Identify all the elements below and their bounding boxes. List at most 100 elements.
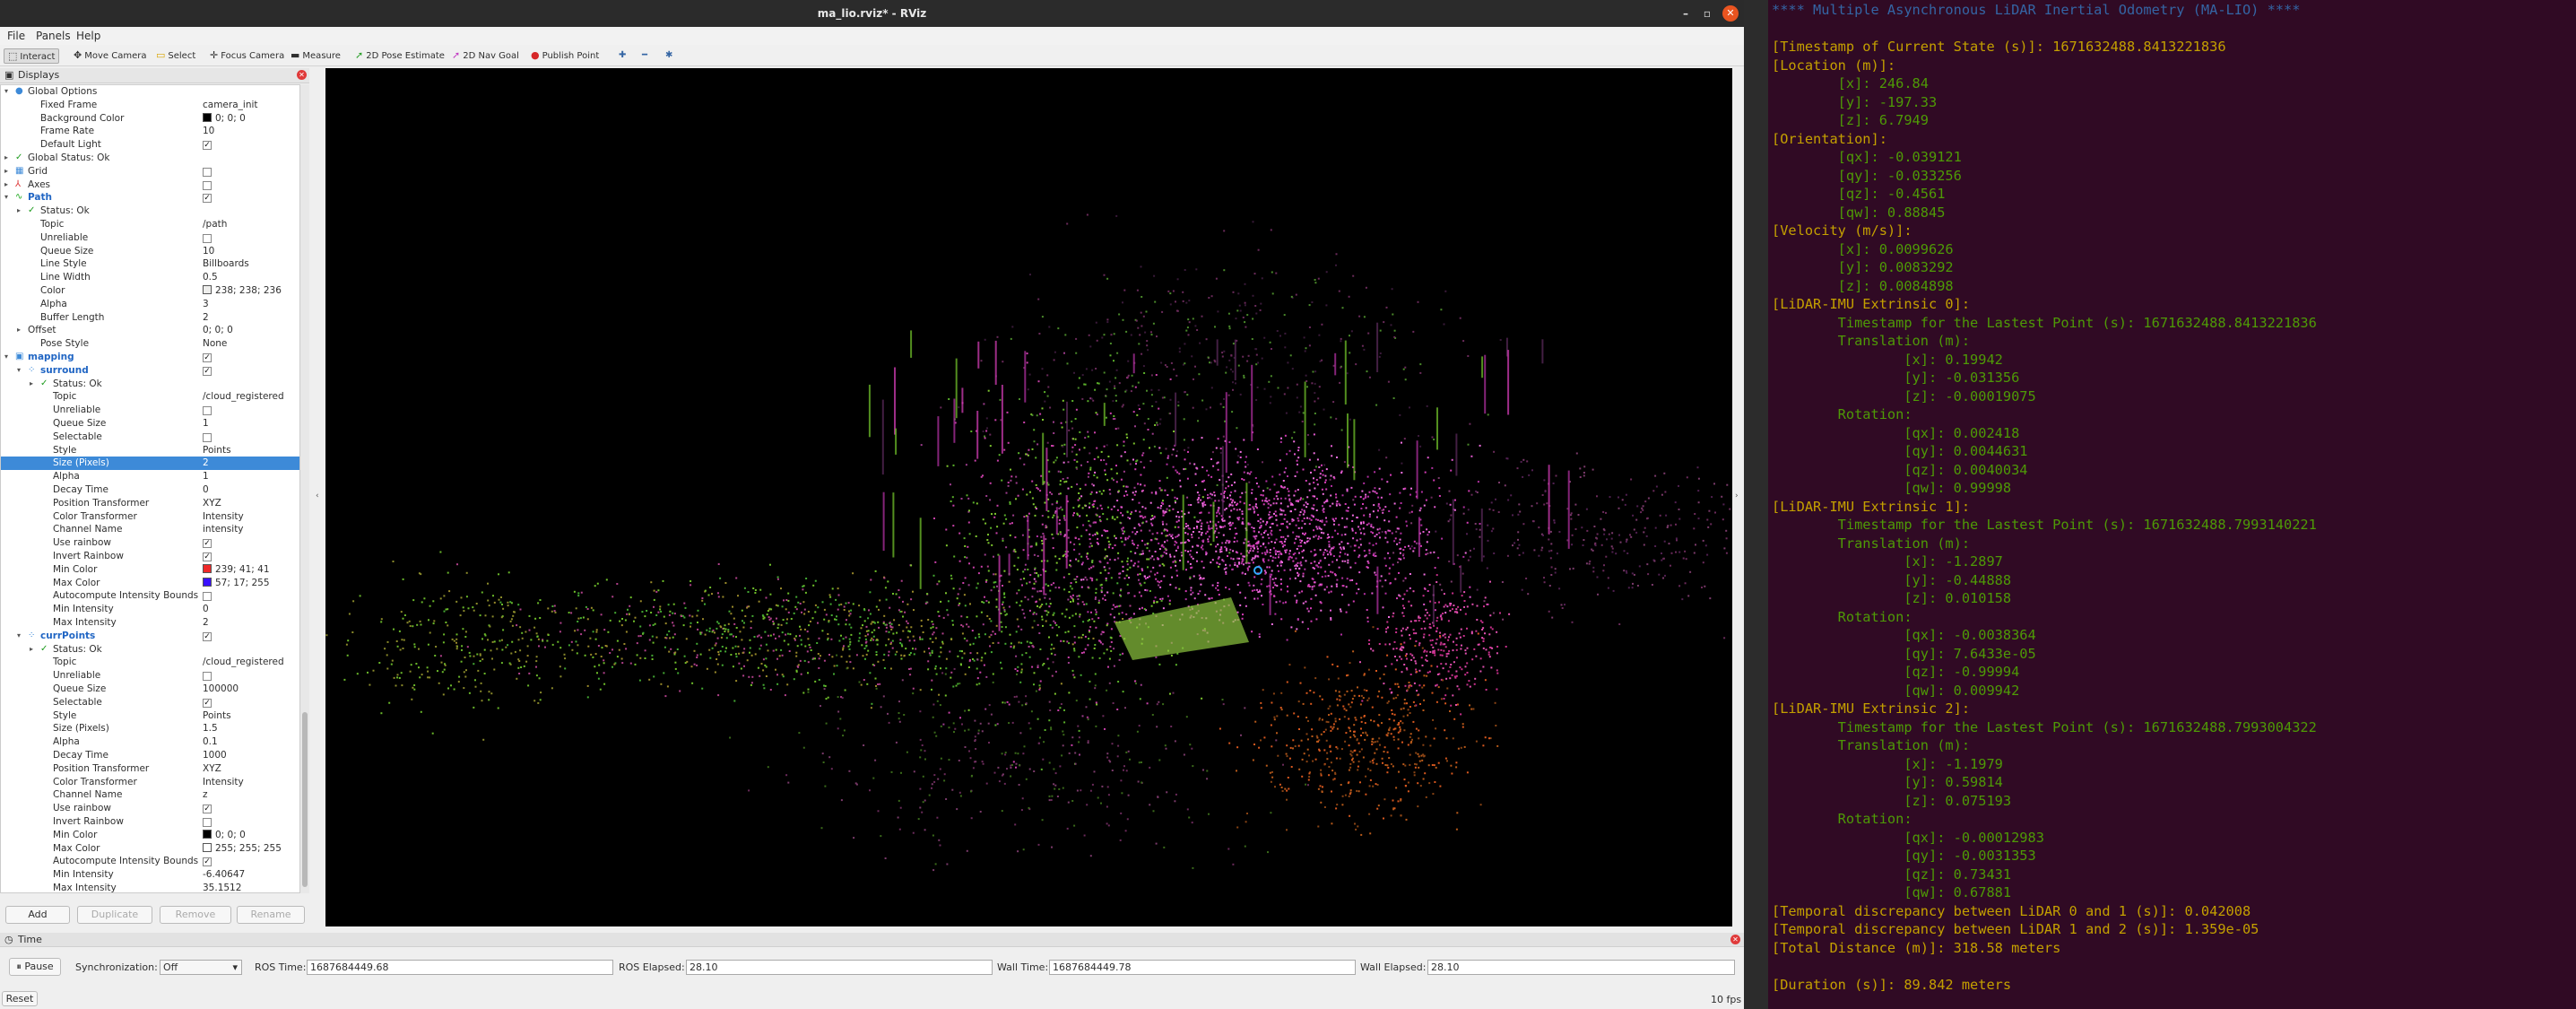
- property-value[interactable]: 1000: [203, 749, 227, 762]
- property-value[interactable]: intensity: [203, 523, 244, 536]
- expand-open-icon[interactable]: ▾: [17, 630, 21, 643]
- property-value[interactable]: Billboards: [203, 257, 249, 271]
- property-row[interactable]: Decay Time 1000: [1, 749, 299, 762]
- tool-focus-camera[interactable]: ✛ Focus Camera: [206, 48, 288, 64]
- property-row[interactable]: Position Transformer XYZ: [1, 762, 299, 776]
- property-row[interactable]: Selectable: [1, 431, 299, 444]
- property-value[interactable]: 10: [203, 245, 214, 258]
- property-value[interactable]: 0: [203, 483, 209, 497]
- property-row[interactable]: Topic/cloud_registered: [1, 656, 299, 669]
- remove-tool-button[interactable]: ━: [638, 48, 651, 64]
- property-row[interactable]: Topic/path: [1, 218, 299, 231]
- property-row[interactable]: Size (Pixels) 2: [1, 457, 299, 471]
- property-value[interactable]: /cloud_registered: [203, 656, 284, 669]
- property-row[interactable]: Unreliable: [1, 669, 299, 683]
- property-value[interactable]: Intensity: [203, 776, 244, 789]
- property-value[interactable]: 0.1: [203, 735, 218, 749]
- property-row[interactable]: Line Width 0.5: [1, 271, 299, 284]
- property-value[interactable]: 1: [203, 417, 209, 431]
- property-value[interactable]: /path: [203, 218, 227, 231]
- property-value[interactable]: 10: [203, 125, 214, 138]
- property-value[interactable]: XYZ: [203, 762, 221, 776]
- checkbox[interactable]: [203, 432, 212, 442]
- property-value[interactable]: 100000: [203, 683, 239, 696]
- menu-file[interactable]: File: [7, 30, 25, 42]
- expand-closed-icon[interactable]: ▸: [17, 204, 21, 218]
- property-value[interactable]: 239; 41; 41: [203, 563, 270, 577]
- expand-open-icon[interactable]: ▾: [4, 351, 8, 364]
- property-value[interactable]: 238; 238; 236: [203, 284, 282, 298]
- duplicate-button[interactable]: Duplicate: [77, 906, 152, 924]
- collapse-left-icon[interactable]: ‹: [316, 491, 319, 500]
- expand-closed-icon[interactable]: ▸: [4, 152, 8, 165]
- displays-tree[interactable]: ▾ ● Global Options Fixed Frame camera_init Ba…: [0, 84, 300, 893]
- expand-closed-icon[interactable]: ▸: [4, 165, 8, 178]
- property-row[interactable]: Pose Style None: [1, 337, 299, 351]
- close-panel-icon[interactable]: ✕: [297, 70, 307, 80]
- tool-select[interactable]: ▭ Select: [152, 48, 199, 64]
- property-row[interactable]: Fixed Frame camera_init: [1, 99, 299, 112]
- maximize-icon[interactable]: ▫: [1702, 8, 1713, 19]
- property-row[interactable]: ▸ Offset 0; 0; 0: [1, 324, 299, 337]
- property-value[interactable]: z: [203, 788, 208, 802]
- checkbox[interactable]: ✓: [203, 631, 212, 641]
- property-row[interactable]: ▾ ∿ Path ✓: [1, 191, 299, 204]
- checkbox[interactable]: ✓: [203, 194, 212, 204]
- property-row[interactable]: Min Color 0; 0; 0: [1, 829, 299, 842]
- checkbox[interactable]: ✓: [203, 857, 212, 867]
- property-value[interactable]: 2: [203, 616, 209, 630]
- property-row[interactable]: ▸ ✓ Global Status: Ok: [1, 152, 299, 165]
- property-value[interactable]: 57; 17; 255: [203, 577, 270, 590]
- property-row[interactable]: ▸ ✓ Status: Ok: [1, 643, 299, 657]
- property-row[interactable]: ▸ ✓ Status: Ok: [1, 378, 299, 391]
- property-row[interactable]: ▾ ● Global Options: [1, 85, 299, 99]
- checkbox[interactable]: ✓: [203, 141, 212, 151]
- close-icon[interactable]: ✕: [1722, 5, 1739, 22]
- checkbox[interactable]: ✓: [203, 353, 212, 362]
- displays-scrollbar[interactable]: [300, 84, 309, 893]
- property-value[interactable]: 0.5: [203, 271, 218, 284]
- property-row[interactable]: Unreliable: [1, 404, 299, 417]
- property-row[interactable]: Position Transformer XYZ: [1, 497, 299, 510]
- property-row[interactable]: Use rainbow ✓: [1, 536, 299, 550]
- property-row[interactable]: ▾ ⁘ surround ✓: [1, 364, 299, 378]
- property-row[interactable]: Invert Rainbow: [1, 815, 299, 829]
- checkbox[interactable]: [203, 672, 212, 682]
- property-row[interactable]: Invert Rainbow ✓: [1, 550, 299, 563]
- menu-help[interactable]: Help: [76, 30, 100, 42]
- property-value[interactable]: 2: [203, 457, 209, 470]
- expand-closed-icon[interactable]: ▸: [30, 643, 33, 657]
- tool-properties-button[interactable]: ✱: [662, 48, 676, 64]
- tool-measure[interactable]: ▬ Measure: [287, 48, 344, 64]
- expand-closed-icon[interactable]: ▸: [30, 378, 33, 391]
- add-tool-button[interactable]: ✚: [615, 48, 629, 64]
- property-row[interactable]: Queue Size 10: [1, 245, 299, 258]
- collapse-right-icon[interactable]: ›: [1735, 491, 1739, 500]
- checkbox[interactable]: ✓: [203, 366, 212, 376]
- property-row[interactable]: Background Color 0; 0; 0: [1, 112, 299, 126]
- property-row[interactable]: Alpha 1: [1, 470, 299, 483]
- property-row[interactable]: Max Color 57; 17; 255: [1, 577, 299, 590]
- property-value[interactable]: -6.40647: [203, 868, 245, 882]
- property-row[interactable]: Size (Pixels) 1.5: [1, 722, 299, 735]
- property-row[interactable]: Channel Name z: [1, 788, 299, 802]
- expand-open-icon[interactable]: ▾: [17, 364, 21, 378]
- property-row[interactable]: ▾ ▣ mapping ✓: [1, 351, 299, 364]
- property-row[interactable]: Min Intensity -6.40647: [1, 868, 299, 882]
- checkbox[interactable]: [203, 180, 212, 190]
- property-row[interactable]: Color 238; 238; 236: [1, 284, 299, 298]
- property-value[interactable]: 0: [203, 603, 209, 616]
- property-row[interactable]: Alpha 3: [1, 298, 299, 311]
- checkbox[interactable]: [203, 233, 212, 243]
- property-row[interactable]: Max Intensity 2: [1, 616, 299, 630]
- property-row[interactable]: Color Transformer Intensity: [1, 776, 299, 789]
- property-value[interactable]: camera_init: [203, 99, 258, 112]
- property-value[interactable]: Points: [203, 709, 231, 723]
- property-row[interactable]: Selectable ✓: [1, 696, 299, 709]
- property-value[interactable]: 0; 0; 0: [203, 324, 233, 337]
- property-value[interactable]: Intensity: [203, 510, 244, 524]
- property-row[interactable]: Min Color 239; 41; 41: [1, 563, 299, 577]
- property-row[interactable]: Line Style Billboards: [1, 257, 299, 271]
- property-value[interactable]: 0; 0; 0: [203, 829, 246, 842]
- tool-publish-point[interactable]: ● Publish Point: [527, 48, 603, 64]
